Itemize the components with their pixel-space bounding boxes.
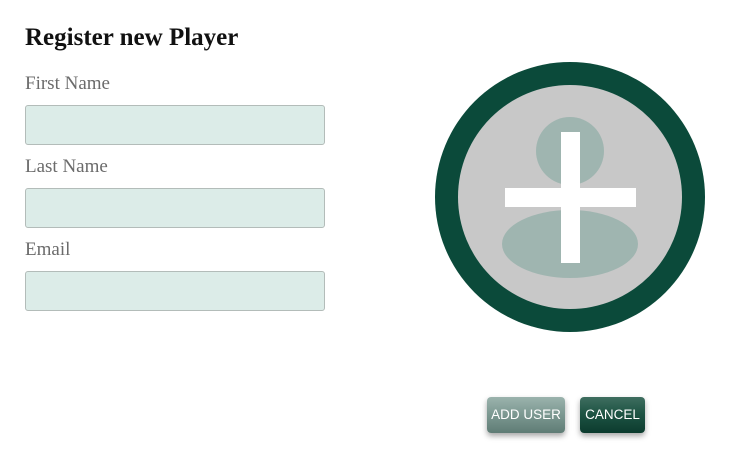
last-name-input[interactable] [25,188,325,228]
add-user-avatar-icon [435,62,705,332]
add-user-button[interactable]: ADD USER [487,397,565,433]
last-name-label: Last Name [25,156,108,177]
email-label: Email [25,239,71,260]
first-name-label: First Name [25,73,110,94]
page-title: Register new Player [25,24,239,51]
email-input[interactable] [25,271,325,311]
first-name-input[interactable] [25,105,325,145]
cancel-button[interactable]: CANCEL [580,397,645,433]
add-avatar-button[interactable] [435,62,705,332]
